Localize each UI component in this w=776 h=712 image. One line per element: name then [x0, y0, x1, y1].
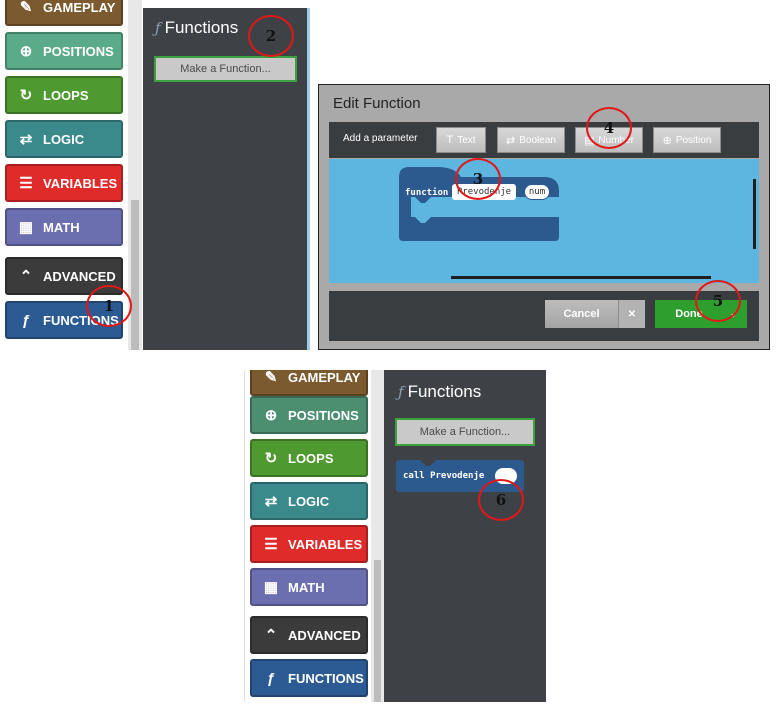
category-loops[interactable]: ↻ LOOPS	[5, 76, 123, 114]
add-boolean-parameter-button[interactable]: ⇄ Boolean	[497, 127, 565, 153]
crosshair-icon: ⊕	[662, 134, 672, 147]
chevron-up-icon: ⌃	[19, 268, 33, 285]
parameter-toolbar: Add a parameter T Text ⇄ Boolean ▤ Number ⊕ Pos…	[329, 122, 759, 158]
shuffle-icon: ⇄	[264, 493, 278, 510]
shuffle-icon: ⇄	[19, 131, 33, 148]
category-math[interactable]: ▦ MATH	[250, 568, 368, 606]
cancel-label: Cancel	[563, 308, 600, 320]
flyout-title: ƒ Functions	[155, 18, 239, 37]
function-icon: ƒ	[266, 669, 276, 687]
marker-2: 2	[248, 15, 294, 57]
crosshair-icon: ⊕	[264, 407, 278, 424]
make-function-button[interactable]: Make a Function...	[395, 418, 535, 446]
marker-3: 3	[455, 158, 501, 200]
category-positions[interactable]: ⊕ POSITIONS	[250, 396, 368, 434]
parameter-num[interactable]: num	[524, 184, 550, 200]
call-block-label: call Prevodenje	[403, 471, 485, 481]
flyout-edge	[307, 8, 310, 350]
toolbox-scrollbar-thumb[interactable]	[374, 560, 381, 702]
category-label: ADVANCED	[288, 627, 361, 643]
close-icon: ✕	[618, 300, 645, 328]
calculator-icon: ▦	[263, 579, 279, 596]
parameter-button-label: Text	[457, 134, 476, 146]
toolbox-scrollbar[interactable]	[371, 370, 384, 702]
parameter-button-label: Boolean	[519, 134, 556, 146]
shuffle-icon: ⇄	[506, 134, 516, 147]
functions-flyout-bottom: ƒ Functions Make a Function... call Prevo…	[384, 370, 546, 702]
category-label: VARIABLES	[43, 175, 118, 191]
chevron-up-icon: ⌃	[264, 627, 278, 644]
marker-6: 6	[478, 479, 524, 521]
calculator-icon: ▦	[18, 219, 34, 236]
parameter-button-label: Position	[675, 134, 712, 146]
function-editor-canvas[interactable]: function Prevodenje num	[329, 159, 759, 283]
toolbox-bottom: ✎ GAMEPLAY ⊕ POSITIONS ↻ LOOPS ⇄ LOGIC ☰ VARIABLE…	[244, 370, 384, 702]
category-label: POSITIONS	[43, 43, 114, 59]
dialog-title: Edit Function	[333, 95, 421, 112]
list-icon: ☰	[19, 175, 33, 192]
marker-4: 4	[586, 107, 632, 149]
category-label: LOOPS	[43, 87, 89, 103]
category-loops[interactable]: ↻ LOOPS	[250, 439, 368, 477]
category-label: GAMEPLAY	[288, 370, 361, 385]
wrench-icon: ✎	[264, 370, 278, 386]
cancel-button[interactable]: Cancel ✕	[545, 300, 645, 328]
add-parameter-label: Add a parameter	[343, 133, 418, 144]
category-gameplay[interactable]: ✎ GAMEPLAY	[5, 0, 123, 26]
category-math[interactable]: ▦ MATH	[5, 208, 123, 246]
category-logic[interactable]: ⇄ LOGIC	[250, 482, 368, 520]
category-variables[interactable]: ☰ VARIABLES	[250, 525, 368, 563]
toolbox-scrollbar-thumb[interactable]	[131, 200, 139, 350]
crosshair-icon: ⊕	[19, 43, 33, 60]
category-logic[interactable]: ⇄ LOGIC	[5, 120, 123, 158]
list-icon: ☰	[264, 536, 278, 553]
category-label: GAMEPLAY	[43, 0, 116, 15]
function-icon: ƒ	[398, 383, 404, 401]
category-label: FUNCTIONS	[288, 670, 364, 686]
make-function-button[interactable]: Make a Function...	[154, 56, 297, 82]
category-gameplay[interactable]: ✎ GAMEPLAY	[250, 370, 368, 396]
add-text-parameter-button[interactable]: T Text	[436, 127, 486, 153]
marker-1: 1	[86, 285, 132, 327]
category-label: LOGIC	[288, 493, 330, 509]
function-icon: ƒ	[21, 311, 31, 329]
category-label: VARIABLES	[288, 536, 363, 552]
marker-5: 5	[695, 280, 741, 322]
category-label: POSITIONS	[288, 407, 359, 423]
flyout-title: ƒ Functions	[398, 382, 482, 401]
category-label: MATH	[288, 579, 325, 595]
functions-flyout-top: ƒ Functions Make a Function...	[143, 8, 307, 350]
wrench-icon: ✎	[19, 0, 33, 16]
category-positions[interactable]: ⊕ POSITIONS	[5, 32, 123, 70]
category-advanced[interactable]: ⌃ ADVANCED	[250, 616, 368, 654]
add-position-parameter-button[interactable]: ⊕ Position	[653, 127, 721, 153]
category-label: LOOPS	[288, 450, 334, 466]
category-variables[interactable]: ☰ VARIABLES	[5, 164, 123, 202]
function-definition-block[interactable]	[329, 159, 759, 283]
category-functions[interactable]: ƒ FUNCTIONS	[250, 659, 368, 697]
canvas-scrollbar-horizontal[interactable]	[451, 276, 711, 279]
category-label: MATH	[43, 219, 80, 235]
canvas-scrollbar-vertical[interactable]	[753, 179, 756, 249]
text-icon: T	[446, 134, 454, 146]
loop-icon: ↻	[264, 450, 278, 467]
category-label: ADVANCED	[43, 268, 116, 284]
function-icon: ƒ	[155, 19, 161, 37]
category-label: LOGIC	[43, 131, 85, 147]
function-keyword: function	[405, 188, 449, 198]
loop-icon: ↻	[19, 87, 33, 104]
